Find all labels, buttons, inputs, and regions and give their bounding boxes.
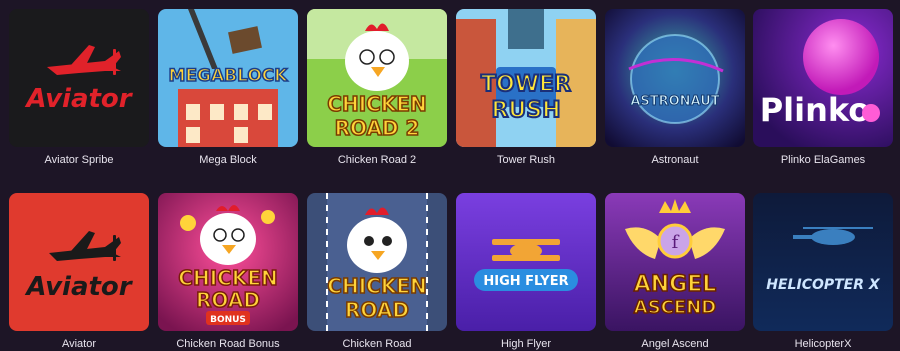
- game-thumbnail[interactable]: CHICKEN ROAD 2: [307, 9, 447, 147]
- svg-text:Aviator: Aviator: [24, 272, 133, 302]
- svg-text:ANGEL: ANGEL: [634, 272, 717, 297]
- tower-icon: TOWER RUSH: [456, 9, 596, 147]
- game-card-high-flyer[interactable]: HIGH FLYER High Flyer: [456, 193, 596, 351]
- plane-icon: Aviator: [9, 193, 149, 331]
- game-title: HelicopterX: [794, 338, 852, 350]
- game-card-astronaut[interactable]: ASTRONAUT Astronaut: [605, 9, 745, 167]
- game-card-helicopterx[interactable]: HELICOPTER X HelicopterX: [753, 193, 893, 351]
- game-title: High Flyer: [500, 338, 552, 350]
- svg-text:ROAD: ROAD: [196, 288, 260, 312]
- game-card-aviator[interactable]: Aviator Aviator: [9, 193, 149, 351]
- game-thumbnail[interactable]: Aviator: [9, 9, 149, 147]
- crown-wings-icon: f ANGEL ASCEND: [605, 193, 745, 331]
- svg-text:CHICKEN: CHICKEN: [327, 92, 426, 116]
- game-card-tower-rush[interactable]: TOWER RUSH Tower Rush: [456, 9, 596, 167]
- game-card-chicken-road-2[interactable]: CHICKEN ROAD 2 Chicken Road 2: [307, 9, 447, 167]
- game-title: Plinko ElaGames: [780, 154, 866, 166]
- game-card-chicken-road[interactable]: CHICKEN ROAD Chicken Road: [307, 193, 447, 351]
- game-thumbnail[interactable]: TOWER RUSH: [456, 9, 596, 147]
- chicken-icon: CHICKEN ROAD: [307, 193, 447, 331]
- game-card-angel-ascend[interactable]: f ANGEL ASCEND Angel Ascend: [605, 193, 745, 351]
- svg-text:ROAD: ROAD: [345, 298, 409, 322]
- game-title: Aviator Spribe: [44, 154, 114, 166]
- plane-icon: Aviator: [9, 9, 149, 147]
- svg-text:Aviator: Aviator: [24, 84, 133, 114]
- game-thumbnail[interactable]: Plinko: [753, 9, 893, 147]
- game-thumbnail[interactable]: f ANGEL ASCEND: [605, 193, 745, 331]
- game-title: Angel Ascend: [641, 338, 709, 350]
- svg-text:BONUS: BONUS: [210, 315, 246, 325]
- game-grid: Aviator Aviator Spribe MEGABLOCK Mega Bl…: [0, 0, 900, 350]
- game-thumbnail[interactable]: HIGH FLYER: [456, 193, 596, 331]
- game-thumbnail[interactable]: ASTRONAUT: [605, 9, 745, 147]
- game-thumbnail[interactable]: MEGABLOCK: [158, 9, 298, 147]
- game-thumbnail[interactable]: HELICOPTER X: [753, 193, 893, 331]
- game-card-plinko-elagames[interactable]: Plinko Plinko ElaGames: [753, 9, 893, 167]
- game-thumbnail[interactable]: Aviator: [9, 193, 149, 331]
- game-title: Chicken Road 2: [337, 154, 417, 166]
- svg-text:Plinko: Plinko: [760, 91, 871, 129]
- game-title: Chicken Road: [342, 338, 412, 350]
- svg-text:HELICOPTER X: HELICOPTER X: [766, 277, 881, 293]
- ball-icon: Plinko: [753, 9, 893, 147]
- biplane-icon: HIGH FLYER: [456, 193, 596, 331]
- game-card-chicken-road-bonus[interactable]: CHICKEN ROAD BONUS Chicken Road Bonus: [158, 193, 298, 351]
- chicken-icon: CHICKEN ROAD 2: [307, 9, 447, 147]
- planet-icon: ASTRONAUT: [605, 9, 745, 147]
- crane-building-icon: MEGABLOCK: [158, 9, 298, 147]
- game-title: Mega Block: [199, 154, 257, 166]
- game-thumbnail[interactable]: CHICKEN ROAD BONUS: [158, 193, 298, 331]
- game-title: Astronaut: [651, 154, 699, 166]
- svg-text:ROAD 2: ROAD 2: [335, 116, 420, 140]
- svg-text:MEGABLOCK: MEGABLOCK: [169, 66, 289, 86]
- svg-text:HIGH FLYER: HIGH FLYER: [483, 274, 568, 289]
- game-card-mega-block[interactable]: MEGABLOCK Mega Block: [158, 9, 298, 167]
- chicken-icon: CHICKEN ROAD BONUS: [158, 193, 298, 331]
- svg-text:ASCEND: ASCEND: [634, 297, 716, 318]
- game-title: Chicken Road Bonus: [176, 338, 280, 350]
- svg-text:RUSH: RUSH: [491, 98, 560, 123]
- game-thumbnail[interactable]: CHICKEN ROAD: [307, 193, 447, 331]
- helicopter-icon: HELICOPTER X: [753, 193, 893, 331]
- game-title: Tower Rush: [496, 154, 556, 166]
- svg-text:CHICKEN: CHICKEN: [178, 266, 277, 290]
- svg-text:TOWER: TOWER: [481, 72, 571, 97]
- game-title: Aviator: [61, 338, 97, 350]
- svg-text:CHICKEN: CHICKEN: [327, 274, 426, 298]
- svg-text:ASTRONAUT: ASTRONAUT: [630, 94, 719, 109]
- game-card-aviator-spribe[interactable]: Aviator Aviator Spribe: [9, 9, 149, 167]
